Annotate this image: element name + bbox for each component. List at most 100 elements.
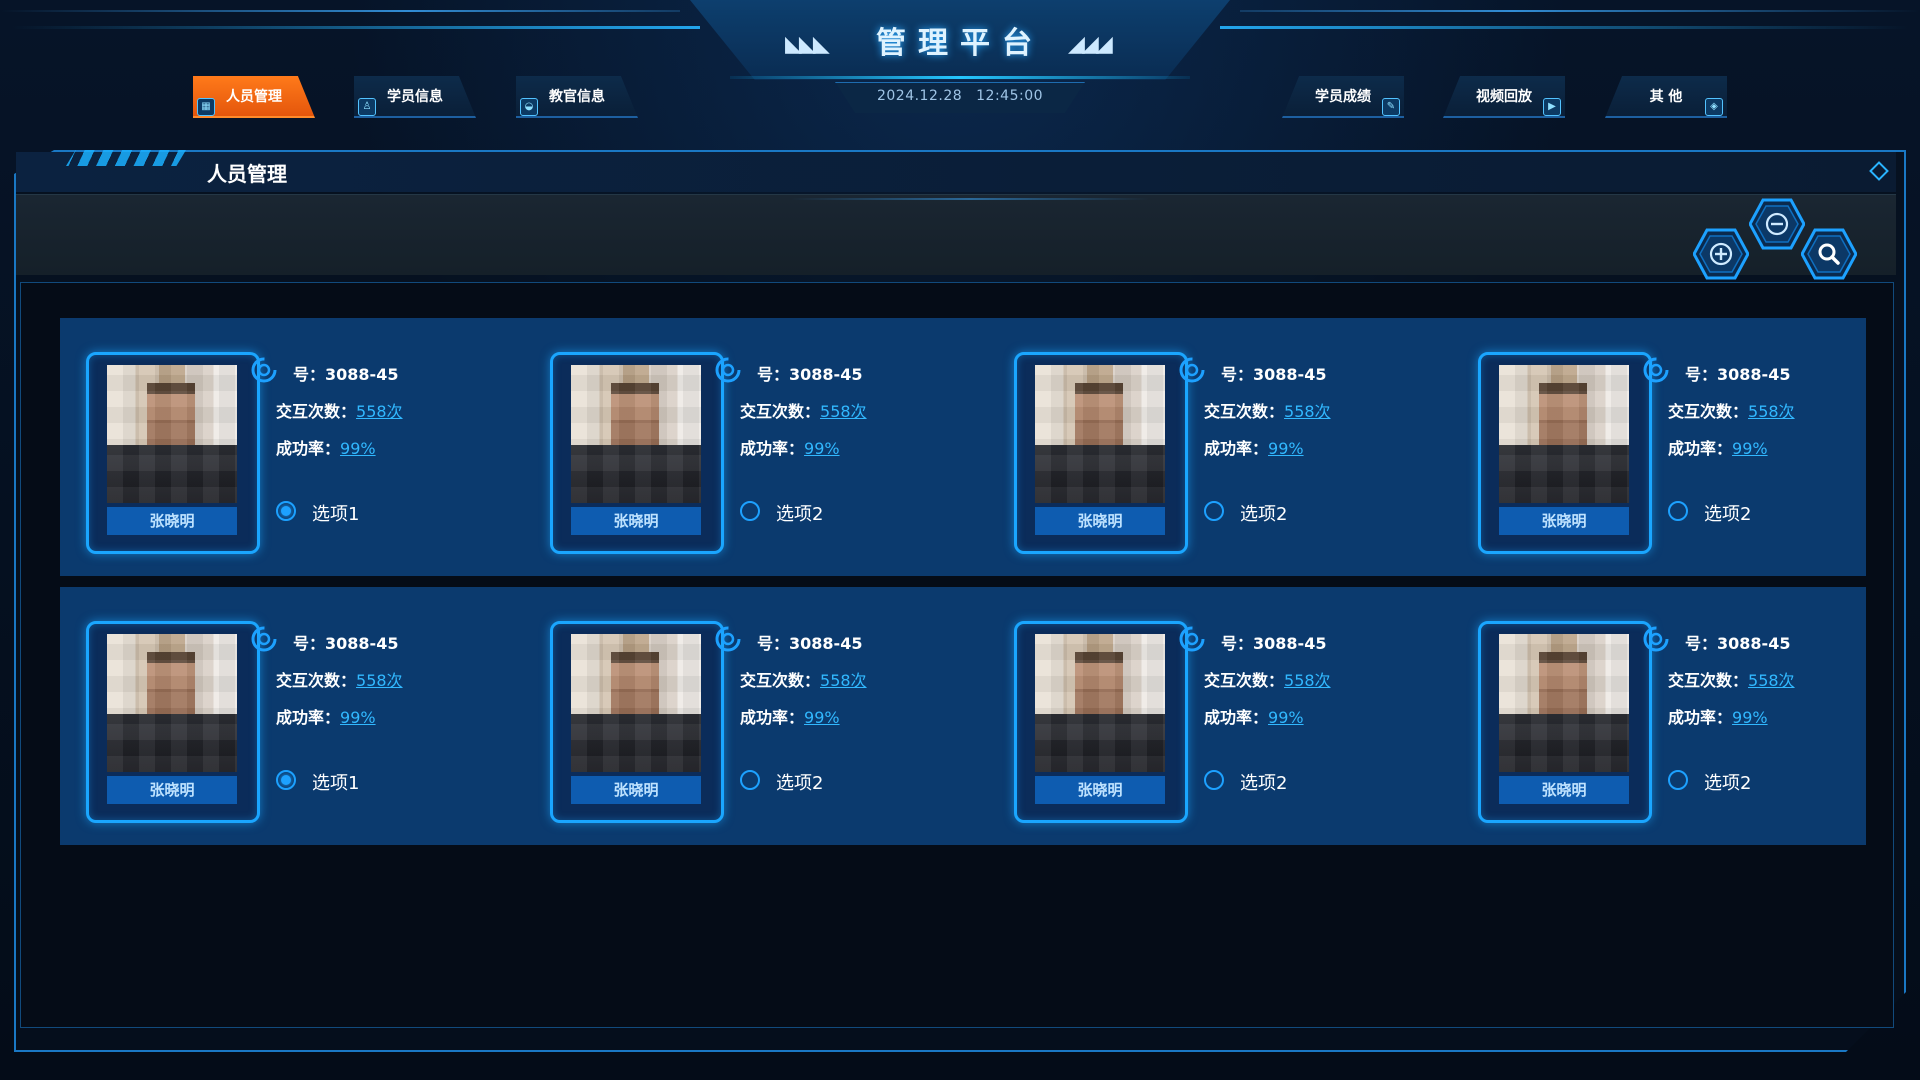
tab-label: 人员管理 xyxy=(226,89,282,105)
success-rate-line: 成功率：99% xyxy=(1204,430,1331,467)
tab-instructor-info[interactable]: ◒ 教官信息 xyxy=(516,76,638,118)
count-value[interactable]: 558次 xyxy=(1284,402,1331,421)
rate-value[interactable]: 99% xyxy=(1732,708,1768,727)
photo-frame[interactable]: 张晓明 xyxy=(550,352,724,554)
avatar-pixelation xyxy=(1499,365,1629,503)
id-value: 3088-45 xyxy=(1717,365,1791,384)
add-button[interactable] xyxy=(1692,228,1750,280)
plus-circle-icon xyxy=(1692,228,1750,280)
radio-button[interactable] xyxy=(740,501,760,521)
avatar-pixelation xyxy=(1035,634,1165,772)
target-icon xyxy=(251,626,277,652)
rate-label: 成功率： xyxy=(740,708,805,727)
interaction-count-line: 交互次数：558次 xyxy=(1668,393,1795,430)
search-button[interactable] xyxy=(1800,228,1858,280)
person-name: 张晓明 xyxy=(1035,776,1165,804)
count-value[interactable]: 558次 xyxy=(1748,402,1795,421)
person-name: 张晓明 xyxy=(571,507,701,535)
panel-title: 人员管理 xyxy=(207,162,287,186)
count-value[interactable]: 558次 xyxy=(820,671,867,690)
radio-button[interactable] xyxy=(1668,770,1688,790)
card-info: 号：3088-45 交互次数：558次 成功率：99% xyxy=(1204,356,1331,467)
person-card: 张晓明 号：3088-45 交互次数：558次 成功率：99% 选项2 xyxy=(1454,322,1894,554)
app-title: 管理平台 xyxy=(876,26,1044,61)
target-icon xyxy=(1643,626,1669,652)
id-label: 号： xyxy=(1685,365,1718,384)
person-card: 张晓明 号：3088-45 交互次数：558次 成功率：99% 选项1 xyxy=(62,322,502,554)
play-icon: ▶ xyxy=(1543,98,1561,116)
tab-video-playback[interactable]: 视频回放 ▶ xyxy=(1443,76,1565,118)
photo-frame[interactable]: 张晓明 xyxy=(86,621,260,823)
person-card: 张晓明 号：3088-45 交互次数：558次 成功率：99% 选项2 xyxy=(990,322,1430,554)
card-info: 号：3088-45 交互次数：558次 成功率：99% xyxy=(740,625,867,736)
radio-label: 选项1 xyxy=(312,504,360,525)
avatar xyxy=(1499,634,1629,772)
rate-value[interactable]: 99% xyxy=(804,439,840,458)
interaction-count-line: 交互次数：558次 xyxy=(1668,662,1795,699)
count-label: 交互次数： xyxy=(276,671,357,690)
rate-label: 成功率： xyxy=(276,708,341,727)
id-line: 号：3088-45 xyxy=(1204,625,1331,662)
radio-button[interactable] xyxy=(1204,770,1224,790)
card-info: 号：3088-45 交互次数：558次 成功率：99% xyxy=(1204,625,1331,736)
photo-frame[interactable]: 张晓明 xyxy=(1478,352,1652,554)
remove-button[interactable] xyxy=(1748,198,1806,250)
id-line: 号：3088-45 xyxy=(276,625,403,662)
count-value[interactable]: 558次 xyxy=(356,671,403,690)
photo-frame[interactable]: 张晓明 xyxy=(1478,621,1652,823)
photo-frame[interactable]: 张晓明 xyxy=(86,352,260,554)
radio-label: 选项2 xyxy=(1240,773,1288,794)
rate-value[interactable]: 99% xyxy=(1268,439,1304,458)
photo-frame[interactable]: 张晓明 xyxy=(550,621,724,823)
tab-other[interactable]: 其 他 ◈ xyxy=(1605,76,1727,118)
count-label: 交互次数： xyxy=(1204,402,1285,421)
count-value[interactable]: 558次 xyxy=(1284,671,1331,690)
photo-frame[interactable]: 张晓明 xyxy=(1014,352,1188,554)
person-name: 张晓明 xyxy=(571,776,701,804)
rate-value[interactable]: 99% xyxy=(340,439,376,458)
radio-button[interactable] xyxy=(740,770,760,790)
interaction-count-line: 交互次数：558次 xyxy=(276,662,403,699)
photo-frame[interactable]: 张晓明 xyxy=(1014,621,1188,823)
radio-button[interactable] xyxy=(276,501,296,521)
rate-value[interactable]: 99% xyxy=(1732,439,1768,458)
avatar-pixelation xyxy=(1035,365,1165,503)
avatar-pixelation xyxy=(107,634,237,772)
title-plate-edge xyxy=(730,76,1190,79)
count-label: 交互次数： xyxy=(1668,671,1749,690)
id-line: 号：3088-45 xyxy=(1204,356,1331,393)
radio-label: 选项2 xyxy=(1704,773,1752,794)
count-label: 交互次数： xyxy=(1204,671,1285,690)
tab-student-grades[interactable]: 学员成绩 ✎ xyxy=(1282,76,1404,118)
radio-button[interactable] xyxy=(1204,501,1224,521)
id-line: 号：3088-45 xyxy=(740,625,867,662)
card-info: 号：3088-45 交互次数：558次 成功率：99% xyxy=(1668,356,1795,467)
tab-student-info[interactable]: ♙ 学员信息 xyxy=(354,76,476,118)
toolbar-glow xyxy=(790,198,1150,200)
rate-label: 成功率： xyxy=(740,439,805,458)
success-rate-line: 成功率：99% xyxy=(1204,699,1331,736)
count-value[interactable]: 558次 xyxy=(1748,671,1795,690)
radio-button[interactable] xyxy=(1668,501,1688,521)
count-label: 交互次数： xyxy=(740,402,821,421)
avatar xyxy=(571,365,701,503)
count-value[interactable]: 558次 xyxy=(820,402,867,421)
rate-label: 成功率： xyxy=(1204,708,1269,727)
avatar xyxy=(107,365,237,503)
target-icon xyxy=(715,357,741,383)
person-card: 张晓明 号：3088-45 交互次数：558次 成功率：99% 选项2 xyxy=(1454,591,1894,823)
target-icon xyxy=(715,626,741,652)
card-info: 号：3088-45 交互次数：558次 成功率：99% xyxy=(1668,625,1795,736)
avatar xyxy=(1035,365,1165,503)
tab-personnel-management[interactable]: ▦ 人员管理 xyxy=(193,76,315,118)
rate-value[interactable]: 99% xyxy=(804,708,840,727)
rate-value[interactable]: 99% xyxy=(1268,708,1304,727)
id-value: 3088-45 xyxy=(1253,634,1327,653)
panel-header-bar xyxy=(16,152,1896,192)
rate-value[interactable]: 99% xyxy=(340,708,376,727)
rate-label: 成功率： xyxy=(1204,439,1269,458)
id-value: 3088-45 xyxy=(789,634,863,653)
count-value[interactable]: 558次 xyxy=(356,402,403,421)
radio-button[interactable] xyxy=(276,770,296,790)
avatar-pixelation xyxy=(1499,634,1629,772)
